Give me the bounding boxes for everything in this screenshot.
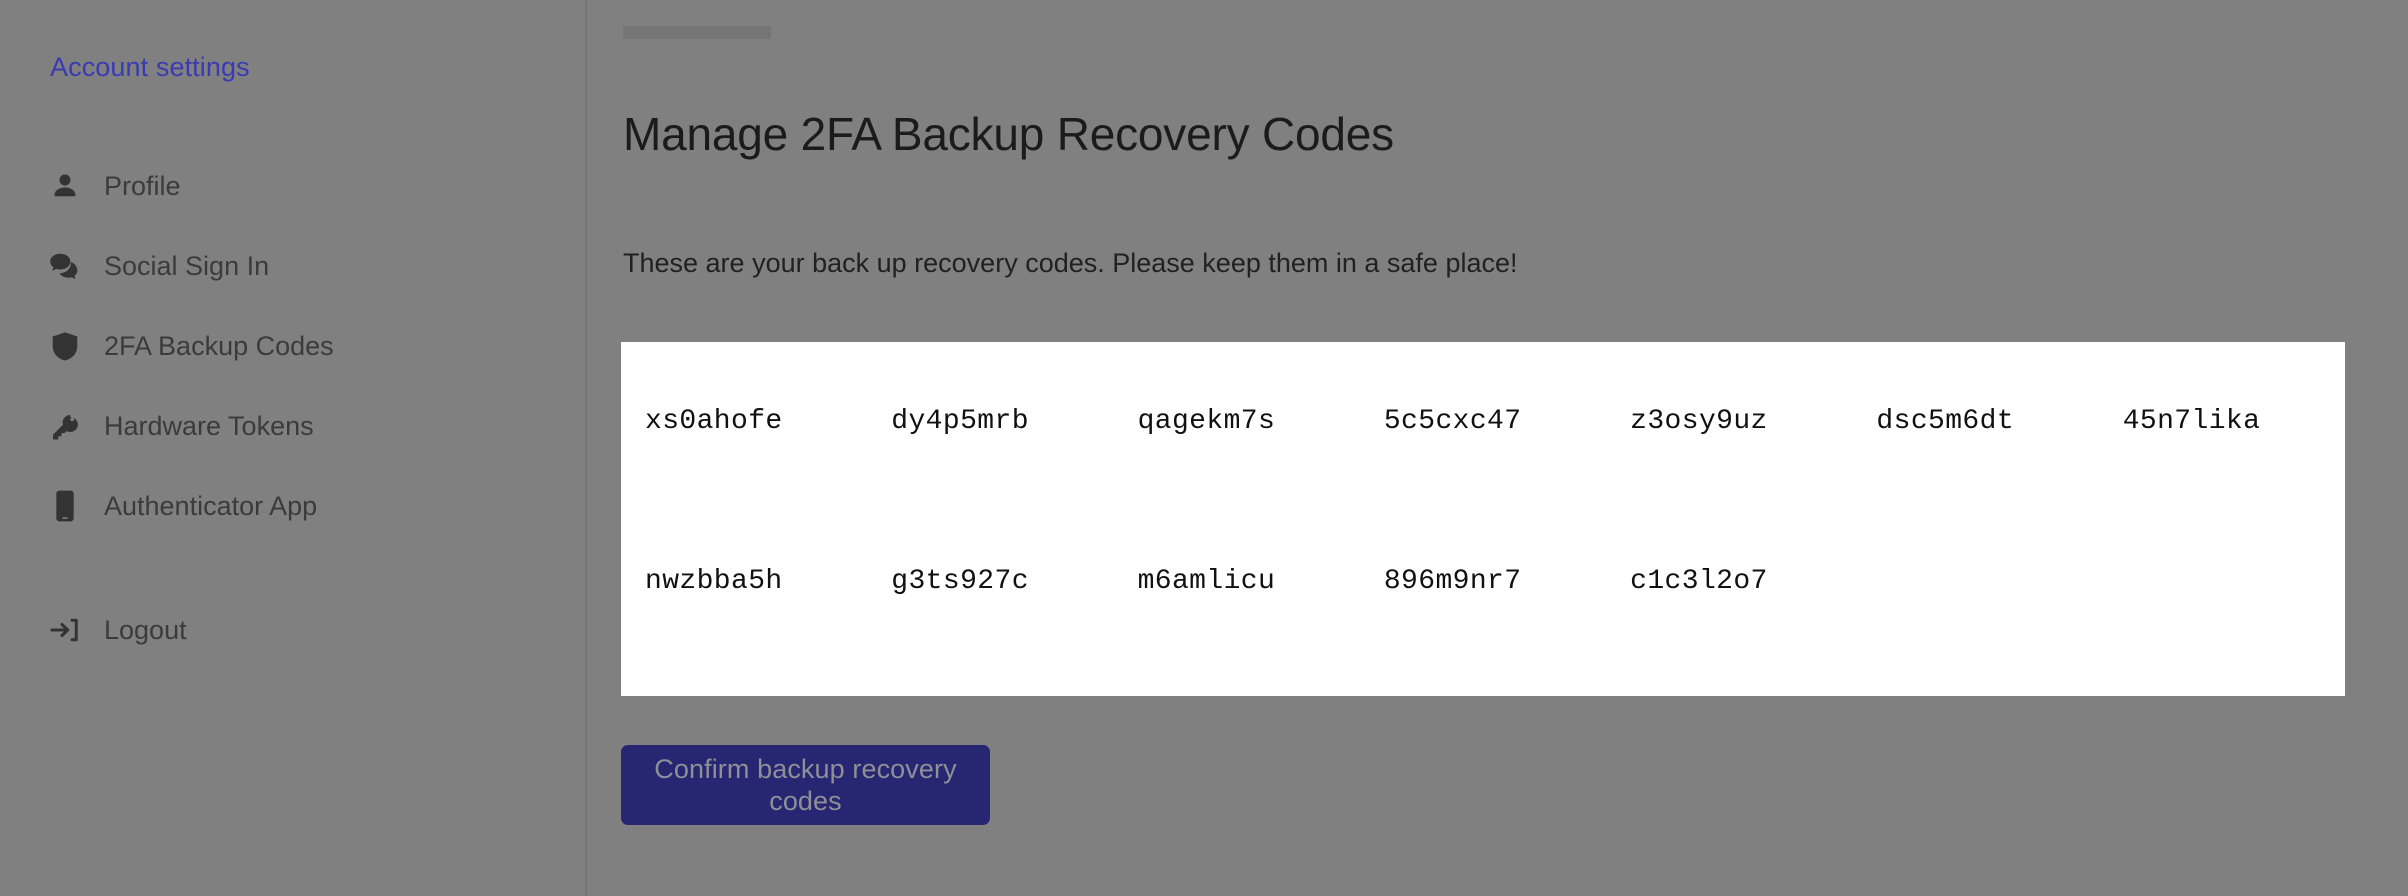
- recovery-code: xs0ahofe: [645, 406, 783, 437]
- page-description: These are your back up recovery codes. P…: [623, 248, 1518, 278]
- sidebar-item-label: Social Sign In: [104, 251, 270, 281]
- key-icon: [48, 409, 82, 443]
- recovery-code: 45n7lika: [2122, 406, 2261, 437]
- recovery-code: nwzbba5h: [645, 566, 783, 597]
- sidebar-item-profile[interactable]: Profile: [0, 160, 585, 212]
- sidebar-item-label: 2FA Backup Codes: [104, 331, 334, 361]
- sidebar-nav-list: Profile Social Sign In 2FA Backup Codes …: [0, 160, 585, 684]
- breadcrumb-placeholder: [623, 26, 771, 39]
- sidebar-item-hardware-tokens[interactable]: Hardware Tokens: [0, 400, 585, 452]
- recovery-code: qagekm7s: [1137, 406, 1276, 437]
- mobile-phone-icon: [48, 489, 82, 523]
- recovery-code: g3ts927c: [891, 566, 1029, 597]
- recovery-code: dsc5m6dt: [1876, 406, 2015, 437]
- account-settings-link[interactable]: Account settings: [50, 52, 250, 82]
- recovery-code: z3osy9uz: [1630, 406, 1768, 437]
- recovery-code: 5c5cxc47: [1383, 406, 1522, 437]
- confirm-backup-recovery-codes-button[interactable]: Confirm backup recovery codes: [621, 745, 990, 825]
- recovery-code: dy4p5mrb: [891, 406, 1029, 437]
- sidebar-item-label: Authenticator App: [104, 491, 318, 521]
- recovery-code: c1c3l2o7: [1630, 566, 1768, 597]
- sidebar-item-social-sign-in[interactable]: Social Sign In: [0, 240, 585, 292]
- recovery-code: 896m9nr7: [1383, 566, 1522, 597]
- sidebar-item-label: Hardware Tokens: [104, 411, 314, 441]
- sidebar-item-label: Profile: [104, 171, 181, 201]
- recovery-codes-panel: xs0ahofe dy4p5mrb qagekm7s 5c5cxc47 z3osy9uz…: [621, 342, 2345, 696]
- sidebar-item-2fa-backup-codes[interactable]: 2FA Backup Codes: [0, 320, 585, 372]
- sidebar-item-label: Logout: [104, 615, 187, 645]
- recovery-codes-grid: xs0ahofe dy4p5mrb qagekm7s 5c5cxc47 z3osy9uz…: [621, 342, 2345, 598]
- sidebar-item-logout[interactable]: Logout: [0, 604, 585, 656]
- sidebar-item-authenticator-app[interactable]: Authenticator App: [0, 480, 585, 532]
- shield-icon: [48, 329, 82, 363]
- chat-bubbles-icon: [48, 249, 82, 283]
- page-root: Account settings Profile Social Sign In …: [0, 0, 2408, 896]
- sidebar: Account settings Profile Social Sign In …: [0, 0, 587, 896]
- page-title: Manage 2FA Backup Recovery Codes: [623, 108, 1394, 160]
- person-icon: [48, 169, 82, 203]
- recovery-code: m6amlicu: [1137, 566, 1276, 597]
- logout-arrow-icon: [48, 613, 82, 647]
- main-content: Manage 2FA Backup Recovery Codes These a…: [587, 0, 2408, 896]
